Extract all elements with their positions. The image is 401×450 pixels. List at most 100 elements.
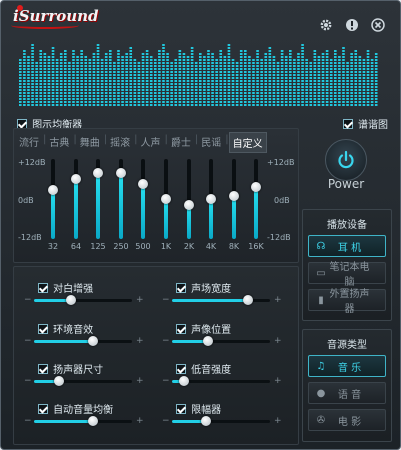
effect-slider-knob[interactable] <box>179 376 189 386</box>
eq-band-frequency-label: 4K <box>205 242 217 251</box>
decrease-icon[interactable]: − <box>24 336 32 346</box>
eq-band-slider[interactable] <box>184 159 194 239</box>
spectrum-bar <box>350 104 353 106</box>
equalizer-checkbox[interactable] <box>17 118 27 129</box>
spectrum-bar <box>158 104 161 106</box>
effect-label: 声场宽度 <box>191 284 232 295</box>
effect-control: 环境音效 − + <box>24 318 154 356</box>
increase-icon[interactable]: + <box>274 416 282 426</box>
spectrum-bar <box>178 104 182 106</box>
decrease-icon[interactable]: − <box>162 295 170 305</box>
spectrum-bar <box>211 104 214 106</box>
effect-checkbox[interactable] <box>176 363 186 374</box>
eq-band-knob[interactable] <box>161 194 171 204</box>
effect-slider-knob[interactable] <box>66 295 76 305</box>
info-icon[interactable] <box>344 17 360 33</box>
eq-band-fill <box>232 196 236 239</box>
decrease-icon[interactable]: − <box>162 376 170 386</box>
effect-slider-fill <box>172 299 248 302</box>
decrease-icon[interactable]: − <box>24 376 32 386</box>
耳机-option-button[interactable]: ☊ 耳 机 <box>308 235 386 257</box>
preset-tab[interactable]: 自定义 <box>228 132 267 153</box>
spectrum-bar <box>276 104 280 106</box>
eq-band-slider[interactable] <box>161 159 171 239</box>
effect-checkbox[interactable] <box>176 403 186 414</box>
effect-label: 自动音量均衡 <box>53 405 114 416</box>
eq-band-knob[interactable] <box>229 191 239 201</box>
effect-checkbox[interactable] <box>176 282 186 293</box>
eq-band-slider[interactable] <box>48 159 58 239</box>
effect-slider-knob[interactable] <box>201 416 211 426</box>
eq-band-knob[interactable] <box>184 200 194 210</box>
effect-checkbox[interactable] <box>38 403 48 414</box>
effect-slider-knob[interactable] <box>54 376 64 386</box>
effect-checkbox[interactable] <box>176 323 186 334</box>
eq-band-slider[interactable] <box>116 159 126 239</box>
preset-tab[interactable]: 爵士 <box>168 132 194 153</box>
increase-icon[interactable]: + <box>274 376 282 386</box>
preset-tab[interactable]: 民谣 <box>198 132 224 153</box>
effect-slider-knob[interactable] <box>203 336 213 346</box>
笔记本电脑-option-button[interactable]: ▭ 笔记本电脑 <box>308 262 386 288</box>
eq-band-knob[interactable] <box>116 168 126 178</box>
spectrum-toggle[interactable]: 谱谐图 <box>342 113 388 132</box>
eq-band-knob[interactable] <box>206 194 216 204</box>
gear-icon[interactable] <box>318 17 334 33</box>
db-top-label-right: +12dB <box>267 158 295 167</box>
increase-icon[interactable]: + <box>136 295 144 305</box>
eq-band-frequency-label: 500 <box>135 242 151 251</box>
close-icon[interactable] <box>370 17 386 33</box>
spectrum-bar <box>88 104 92 106</box>
db-top-label: +12dB <box>18 158 46 167</box>
eq-band-slider[interactable] <box>138 159 148 239</box>
increase-icon[interactable]: + <box>274 336 282 346</box>
语音-option-button[interactable]: ● 语 音 <box>308 382 386 404</box>
spectrum-bar <box>104 104 108 106</box>
effect-slider-knob[interactable] <box>88 416 98 426</box>
eq-band-slider[interactable] <box>93 159 103 239</box>
decrease-icon[interactable]: − <box>24 416 32 426</box>
effect-checkbox[interactable] <box>38 282 48 293</box>
eq-band-slider[interactable] <box>71 159 81 239</box>
spectrum-bar <box>31 104 34 106</box>
decrease-icon[interactable]: − <box>162 336 170 346</box>
spectrum-bar <box>272 104 276 106</box>
preset-tab[interactable]: 人声 <box>138 132 164 153</box>
preset-tab[interactable]: 摇滚 <box>107 132 133 153</box>
effect-checkbox[interactable] <box>38 323 48 334</box>
spectrum-bar <box>133 104 137 106</box>
laptop-icon: ▭ <box>316 267 326 279</box>
decrease-icon[interactable]: − <box>24 295 32 305</box>
电影-option-button[interactable]: ✇ 电 影 <box>308 409 386 431</box>
preset-tab[interactable]: 古典 <box>46 132 72 153</box>
spectrum-bar <box>174 104 178 106</box>
eq-band-slider[interactable] <box>251 159 261 239</box>
preset-tab[interactable]: 流行 <box>16 132 42 153</box>
power-button[interactable] <box>325 139 367 181</box>
app-window: iSurround 图示均衡器 谱谐图 流行 | 古典 | 舞曲 | 摇滚 | 人声 | 爵士 | 民谣… <box>0 0 401 450</box>
eq-band-knob[interactable] <box>251 182 261 192</box>
effect-slider-knob[interactable] <box>243 295 253 305</box>
decrease-icon[interactable]: − <box>162 416 170 426</box>
eq-band-knob[interactable] <box>93 168 103 178</box>
外置扬声器-option-button[interactable]: ▮ 外置扬声器 <box>308 289 386 315</box>
eq-band-frequency-label: 64 <box>70 242 82 251</box>
eq-band-slider[interactable] <box>206 159 216 239</box>
voice-icon: ● <box>316 387 326 399</box>
spectrum-checkbox[interactable] <box>342 118 353 129</box>
increase-icon[interactable]: + <box>274 295 282 305</box>
spectrum-toggle-label: 谱谐图 <box>358 120 388 131</box>
eq-band-fill <box>51 190 55 239</box>
option-label: 语 音 <box>337 389 362 401</box>
eq-band-knob[interactable] <box>71 174 81 184</box>
effect-slider-knob[interactable] <box>88 336 98 346</box>
effect-checkbox[interactable] <box>38 363 48 374</box>
preset-tab[interactable]: 舞曲 <box>77 132 103 153</box>
音乐-option-button[interactable]: ♫ 音 乐 <box>308 355 386 377</box>
increase-icon[interactable]: + <box>136 376 144 386</box>
increase-icon[interactable]: + <box>136 416 144 426</box>
increase-icon[interactable]: + <box>136 336 144 346</box>
eq-band-slider[interactable] <box>229 159 239 239</box>
eq-band-knob[interactable] <box>48 185 58 195</box>
eq-band-knob[interactable] <box>138 179 148 189</box>
